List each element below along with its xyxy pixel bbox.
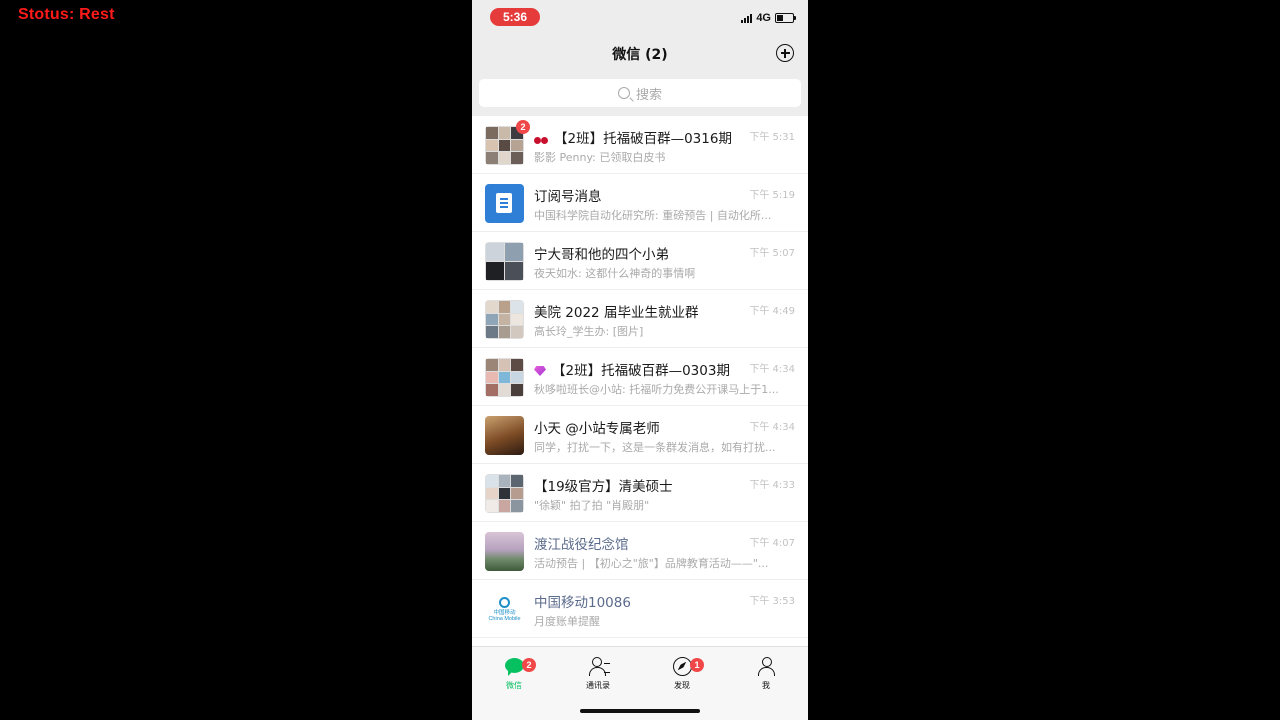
group-avatar <box>485 474 524 513</box>
unread-badge: 2 <box>516 120 530 134</box>
tab-contacts[interactable]: 通讯录 <box>556 655 640 691</box>
chat-title: 宁大哥和他的四个小弟 <box>534 247 669 263</box>
chat-preview: 影影 Penny: 已领取白皮书 <box>534 151 666 164</box>
tab-label: 通讯录 <box>586 681 610 690</box>
chat-title: 【2班】托福破百群—0303期 <box>534 359 738 379</box>
chat-time: 下午 3:53 <box>749 596 795 607</box>
chat-title: 订阅号消息 <box>534 189 602 205</box>
contacts-icon <box>589 657 610 676</box>
chat-row[interactable]: 2 【2班】托福破百群—0316期 影影 Penny: 已领取白皮书 下午 5:… <box>472 116 808 174</box>
status-bar: 5:36 4G <box>472 0 808 34</box>
chat-time: 下午 5:19 <box>749 190 795 201</box>
chat-time: 下午 4:33 <box>749 480 795 491</box>
search-icon <box>617 87 630 99</box>
battery-icon <box>775 13 796 23</box>
chat-preview: 中国科学院自动化研究所: 重磅预告 | 自动化所... <box>534 209 772 222</box>
chat-time: 下午 4:49 <box>749 306 795 317</box>
search-placeholder: 搜索 <box>635 87 662 103</box>
phone-screen: 5:36 4G 微信 (2) 搜索 2 【2班】托福破百群—0316期 影影 P… <box>472 0 808 720</box>
compass-icon <box>673 657 692 676</box>
search-bar[interactable]: 搜索 <box>479 79 801 107</box>
status-indicators: 4G <box>741 12 796 24</box>
status-overlay-label: Stotus: Rest <box>18 6 115 23</box>
chat-list: 2 【2班】托福破百群—0316期 影影 Penny: 已领取白皮书 下午 5:… <box>472 116 808 646</box>
tab-label: 微信 <box>506 681 522 690</box>
landscape-avatar <box>485 532 524 571</box>
chat-row[interactable]: 小天 @小站专属老师 同学，打扰一下，这是一条群发消息，如有打扰... 下午 4… <box>472 406 808 464</box>
globe-icon <box>499 596 510 608</box>
cherry-icon <box>534 132 548 144</box>
group-avatar <box>485 242 524 281</box>
chat-row[interactable]: 订阅号消息 中国科学院自动化研究所: 重磅预告 | 自动化所... 下午 5:1… <box>472 174 808 232</box>
chat-time: 下午 5:31 <box>749 132 795 143</box>
china-mobile-logo: 中国移动 China Mobile <box>485 590 524 629</box>
tab-badge: 1 <box>690 658 704 672</box>
status-time: 5:36 <box>490 8 540 26</box>
page-title: 微信 (2) <box>612 47 668 63</box>
chat-title: 中国移动10086 <box>534 595 631 611</box>
tab-label: 我 <box>762 681 770 690</box>
gem-icon <box>534 366 546 376</box>
document-icon <box>496 193 512 213</box>
chat-preview: "徐颖" 拍了拍 "肖殿朋" <box>534 499 650 512</box>
chat-row[interactable]: 渡江战役纪念馆 活动预告 | 【初心之"旅"】品牌教育活动——"... 下午 4… <box>472 522 808 580</box>
chat-title: 【19级官方】清美硕士 <box>534 479 673 495</box>
chat-title: 【2班】托福破百群—0316期 <box>534 127 738 147</box>
chat-title: 渡江战役纪念馆 <box>534 537 629 553</box>
chat-preview: 同学，打扰一下，这是一条群发消息，如有打扰... <box>534 441 776 454</box>
chat-preview: 秋哆啦班长@小站: 托福听力免费公开课马上于1... <box>534 383 779 396</box>
chat-row[interactable]: 中国移动 China Mobile 中国移动10086 月度账单提醒 下午 3:… <box>472 580 808 638</box>
group-avatar <box>485 300 524 339</box>
tab-me[interactable]: 我 <box>724 655 808 691</box>
add-plus-icon[interactable] <box>776 44 794 62</box>
tab-badge: 2 <box>522 658 536 672</box>
subscription-avatar <box>485 184 524 223</box>
chat-title: 美院 2022 届毕业生就业群 <box>534 305 699 321</box>
chat-preview: 高长玲_学生办: [图片] <box>534 325 644 338</box>
network-type: 4G <box>756 12 771 24</box>
chat-time: 下午 5:07 <box>749 248 795 259</box>
tab-label: 发现 <box>674 681 690 690</box>
photo-avatar <box>485 416 524 455</box>
chat-preview: 月度账单提醒 <box>534 615 600 628</box>
chat-preview: 夜天如水: 这都什么神奇的事情啊 <box>534 267 696 280</box>
profile-icon <box>758 657 775 676</box>
nav-bar: 微信 (2) <box>472 34 808 74</box>
group-avatar <box>485 358 524 397</box>
chat-preview: 活动预告 | 【初心之"旅"】品牌教育活动——"... <box>534 557 769 570</box>
tab-discover[interactable]: 1 发现 <box>640 655 724 691</box>
chat-row[interactable]: 【2班】托福破百群—0303期 秋哆啦班长@小站: 托福听力免费公开课马上于1.… <box>472 348 808 406</box>
chat-time: 下午 4:34 <box>749 422 795 433</box>
chat-time: 下午 4:34 <box>749 364 795 375</box>
chat-time: 下午 4:07 <box>749 538 795 549</box>
signal-icon <box>741 13 753 23</box>
home-indicator[interactable] <box>580 709 700 713</box>
chat-title: 小天 @小站专属老师 <box>534 421 660 437</box>
chat-row[interactable]: 宁大哥和他的四个小弟 夜天如水: 这都什么神奇的事情啊 下午 5:07 <box>472 232 808 290</box>
tab-chats[interactable]: 2 微信 <box>472 655 556 691</box>
chat-row[interactable]: 美院 2022 届毕业生就业群 高长玲_学生办: [图片] 下午 4:49 <box>472 290 808 348</box>
chat-row[interactable]: 【19级官方】清美硕士 "徐颖" 拍了拍 "肖殿朋" 下午 4:33 <box>472 464 808 522</box>
